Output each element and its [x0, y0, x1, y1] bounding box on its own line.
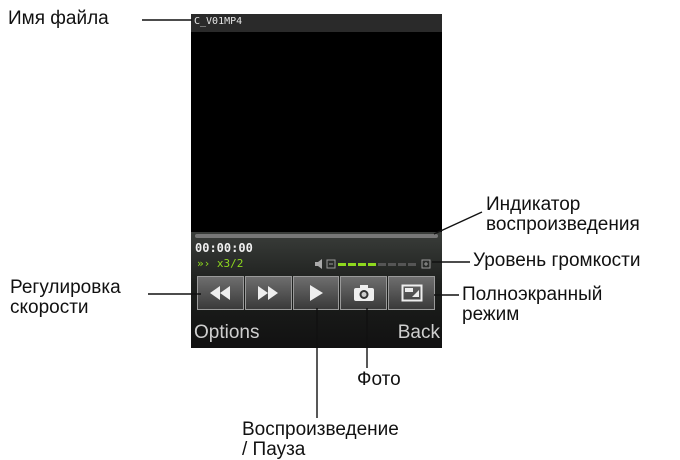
callout-lines [142, 19, 483, 418]
progress-leader [433, 211, 483, 235]
